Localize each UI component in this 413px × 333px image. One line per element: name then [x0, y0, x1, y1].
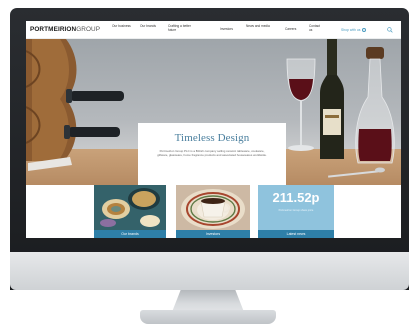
nav-item-news-media[interactable]: News and media	[246, 24, 270, 29]
globe-icon	[362, 28, 367, 33]
nav-item-contact-us[interactable]: Contact us	[309, 24, 323, 32]
logo-light-text: GROUP	[76, 26, 101, 33]
shop-with-us-label: Shop with us	[341, 28, 361, 32]
cutlery-image	[328, 167, 385, 178]
monitor-screen: PORTMEIRIONGROUP Our business Our brands…	[26, 21, 401, 238]
tile-latest-news[interactable]: 211.52p Portmeirion Group share price La…	[258, 185, 334, 238]
hero-title: Timeless Design	[174, 132, 250, 144]
tile-label-investors: Investors	[176, 230, 250, 238]
nav-item-our-business[interactable]: Our business	[112, 24, 136, 29]
nav-item-investors[interactable]: Investors	[220, 27, 244, 32]
share-price-note: Portmeirion Group share price	[278, 209, 314, 212]
monitor-chin	[10, 252, 409, 290]
site-logo[interactable]: PORTMEIRIONGROUP	[30, 26, 100, 33]
hero-description: Portmeirion Group PLC is a British compa…	[157, 149, 267, 157]
nav-item-our-brands[interactable]: Our brands	[140, 24, 164, 29]
nav-item-crafting-future[interactable]: Crafting a better future	[168, 24, 198, 32]
hero-info-card: Timeless Design Portmeirion Group PLC is…	[138, 123, 286, 187]
tile-label-our-brands: Our brands	[94, 230, 166, 238]
tile-label-latest-news: Latest news	[258, 230, 334, 238]
wine-bottle-image	[320, 39, 344, 159]
monitor-stand-neck	[172, 290, 244, 312]
site-header: PORTMEIRIONGROUP Our business Our brands…	[26, 21, 401, 39]
search-icon[interactable]	[387, 27, 393, 33]
decanter-image	[355, 47, 395, 164]
share-price: 211.52p	[272, 190, 320, 205]
tile-investors[interactable]: Investors	[176, 185, 250, 238]
wine-rack-image	[26, 39, 124, 171]
logo-bold-text: PORTMEIRION	[30, 26, 77, 33]
coffee-cup-photo	[176, 185, 250, 230]
tableware-photo	[94, 185, 166, 230]
tile-our-brands[interactable]: Our brands	[94, 185, 166, 238]
wine-glass-image	[286, 58, 316, 151]
shop-with-us-link[interactable]: Shop with us	[341, 28, 367, 33]
monitor-stand-base	[140, 310, 276, 324]
nav-item-careers[interactable]: Careers	[285, 27, 309, 32]
